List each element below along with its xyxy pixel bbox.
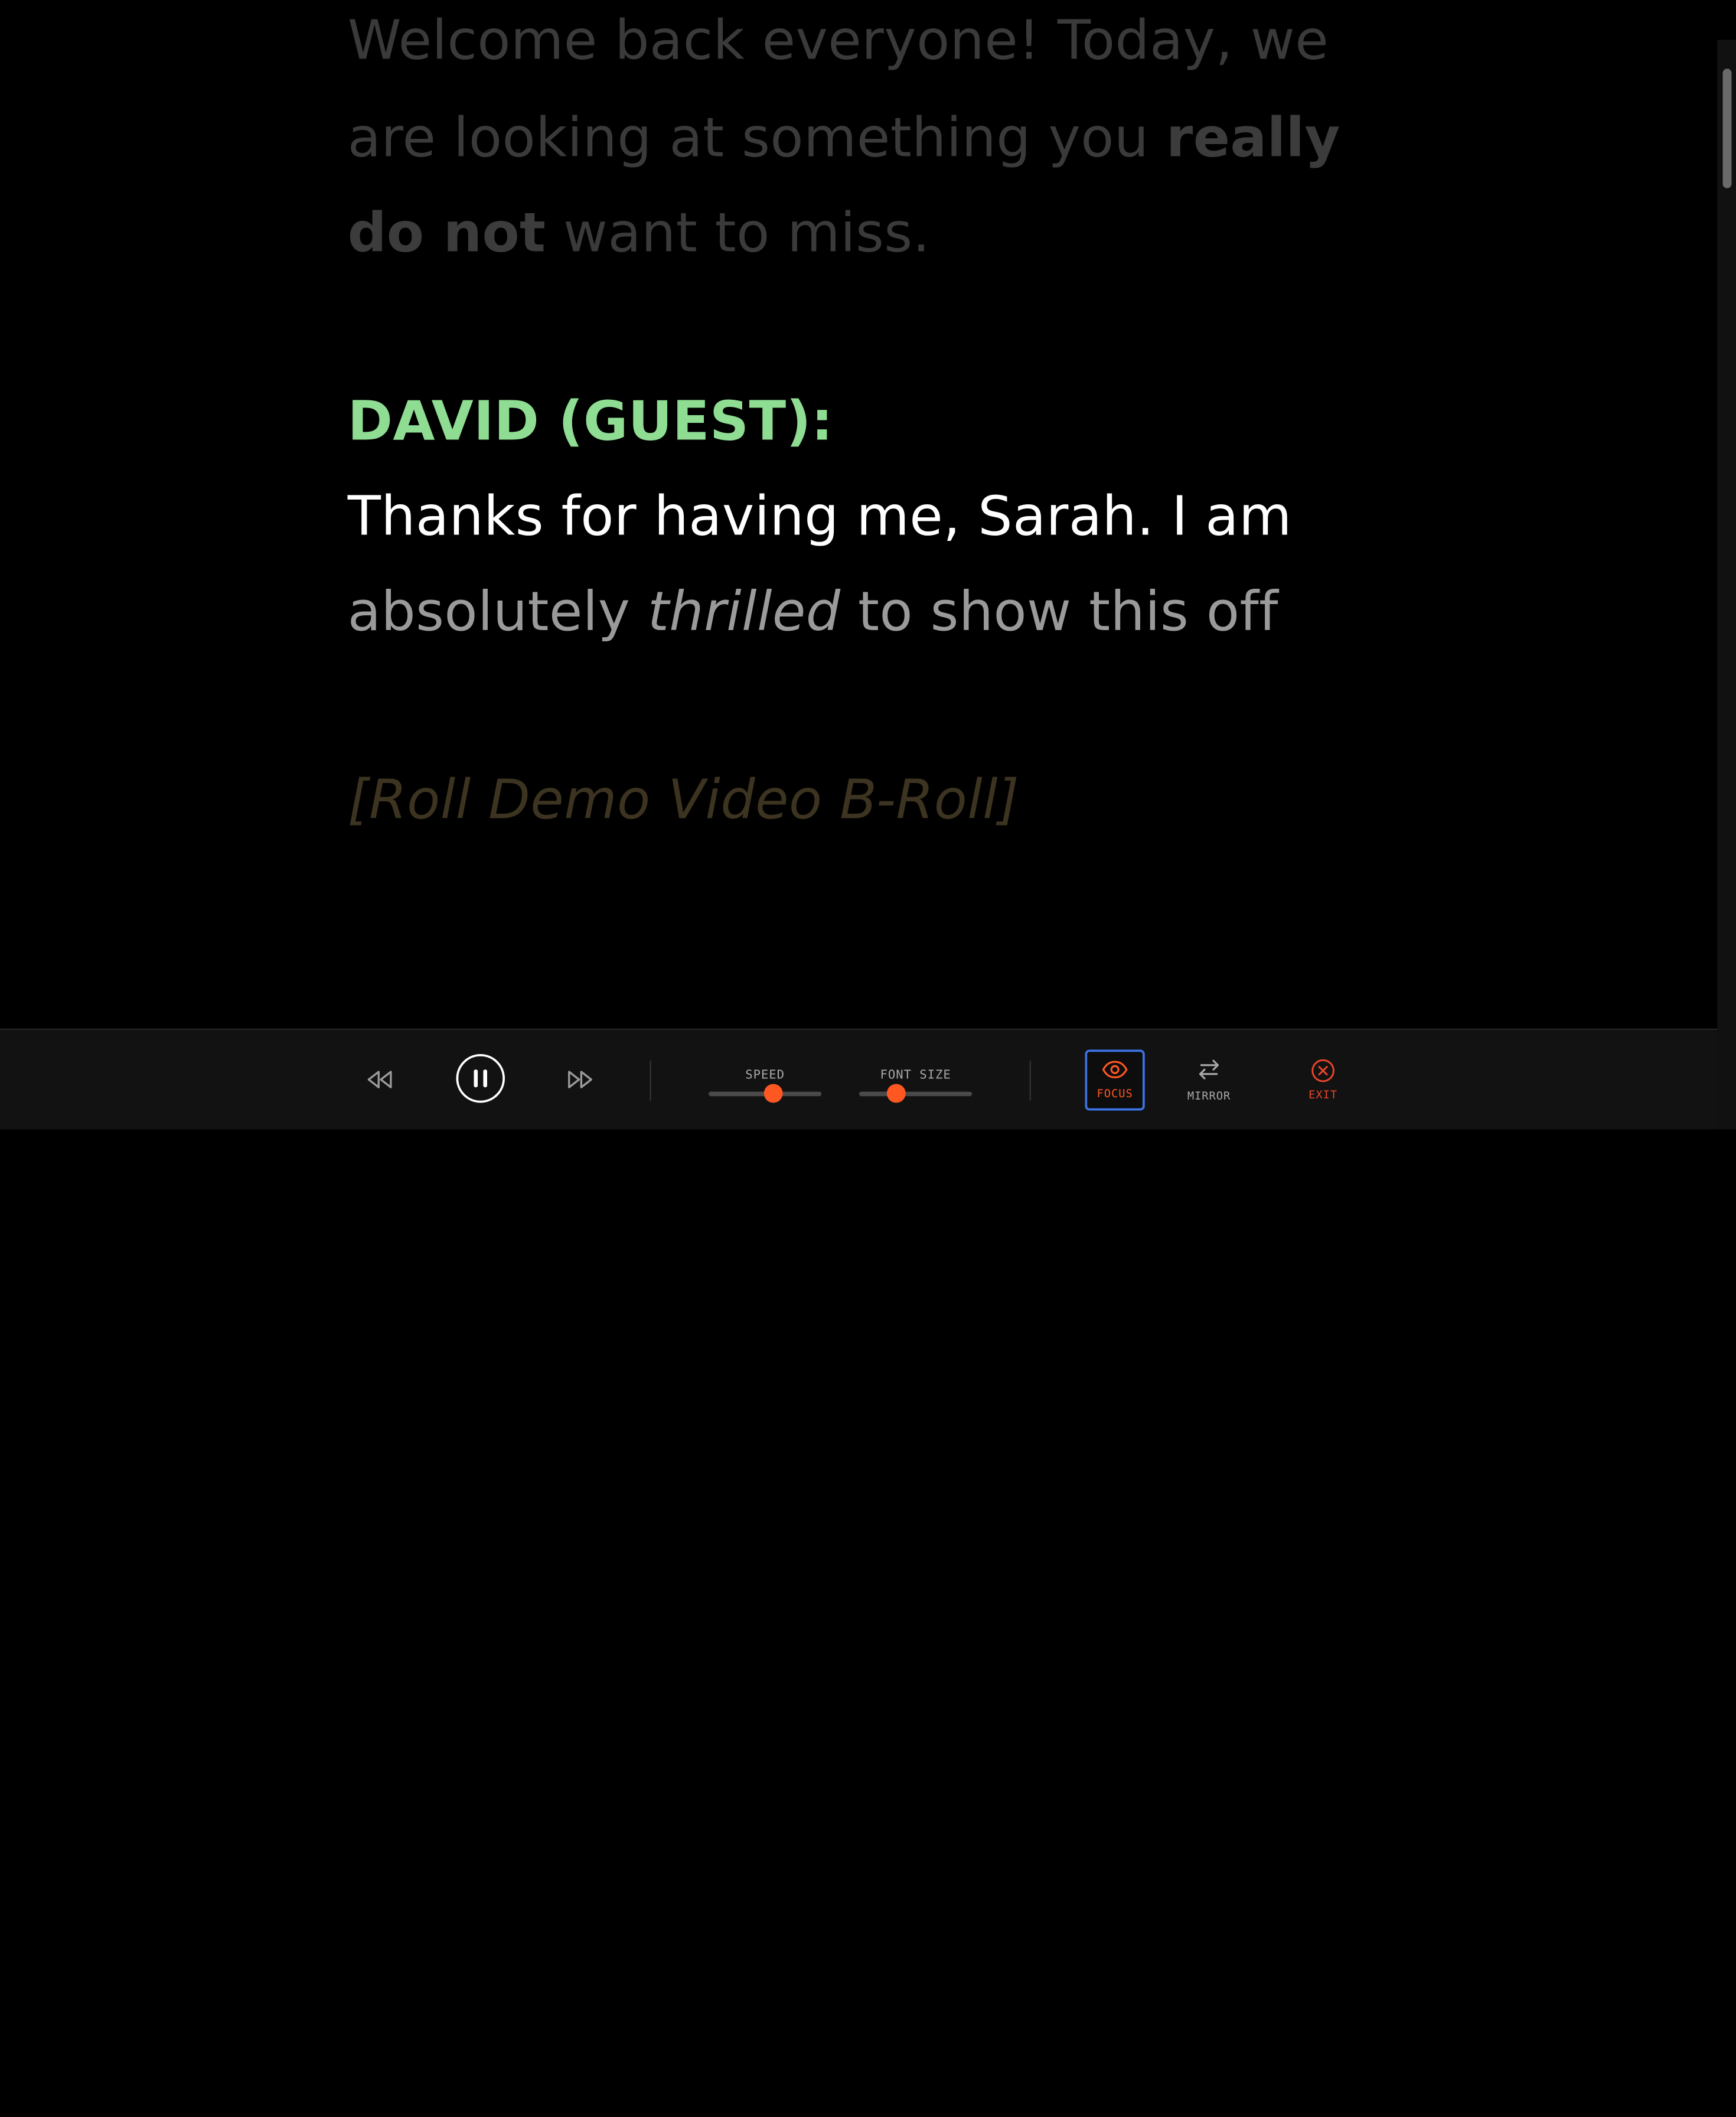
script-line-previous-3: do not want to miss.	[347, 201, 931, 265]
speaker-name: DAVID (GUEST):	[347, 390, 834, 453]
close-circle-icon	[1311, 1059, 1334, 1082]
fast-forward-button[interactable]	[562, 1063, 599, 1096]
rewind-button[interactable]	[361, 1063, 399, 1096]
script-viewport[interactable]: Welcome back everyone! Today, we are loo…	[0, 0, 1717, 1029]
control-bar: SPEED FONT SIZE FOCUS MIRROR EXIT	[0, 1028, 1718, 1130]
font-size-slider-handle[interactable]	[887, 1084, 906, 1103]
script-line-next: absolutely thrilled to show this off	[347, 580, 1278, 644]
rewind-icon	[367, 1071, 392, 1088]
exit-button[interactable]: EXIT	[1293, 1050, 1353, 1111]
exit-label: EXIT	[1308, 1090, 1338, 1102]
swap-arrows-icon	[1199, 1059, 1219, 1079]
speed-label: SPEED	[745, 1067, 785, 1082]
script-line-current: Thanks for having me, Sarah. I am	[347, 485, 1292, 549]
font-size-slider[interactable]	[859, 1084, 973, 1103]
speed-slider[interactable]	[709, 1084, 822, 1103]
pause-icon	[474, 1069, 487, 1088]
control-divider	[1029, 1061, 1031, 1101]
control-divider	[650, 1061, 651, 1101]
scrollbar[interactable]	[1717, 40, 1736, 1130]
eye-icon	[1102, 1061, 1128, 1078]
speed-slider-handle[interactable]	[763, 1084, 782, 1103]
font-size-control: FONT SIZE	[859, 1067, 973, 1103]
teleprompter-screen: Welcome back everyone! Today, we are loo…	[0, 0, 1736, 1130]
speed-control: SPEED	[709, 1067, 822, 1103]
mirror-button[interactable]: MIRROR	[1179, 1050, 1239, 1111]
focus-button[interactable]: FOCUS	[1085, 1049, 1145, 1111]
script-line-previous-1: Welcome back everyone! Today, we	[347, 9, 1329, 72]
scrollbar-thumb[interactable]	[1722, 68, 1732, 188]
script-line-previous-2: are looking at something you really	[347, 106, 1340, 169]
focus-label: FOCUS	[1097, 1088, 1133, 1101]
pause-button[interactable]	[456, 1054, 505, 1103]
fast-forward-icon	[568, 1071, 592, 1088]
mirror-label: MIRROR	[1187, 1090, 1231, 1103]
stage-cue: [Roll Demo Video B-Roll]	[347, 768, 1020, 832]
font-size-label: FONT SIZE	[880, 1067, 951, 1082]
speed-slider-fill	[709, 1091, 773, 1097]
